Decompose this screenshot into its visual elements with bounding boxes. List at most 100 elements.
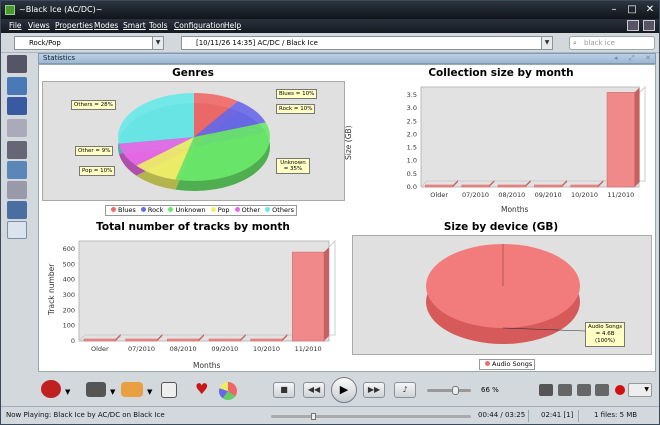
window-title: ~Black Ice (AC/DC)~ <box>19 5 103 14</box>
app-icon <box>5 5 15 15</box>
menu-tools[interactable]: Tools <box>149 21 167 30</box>
tracks-ytick: 500 <box>63 260 75 268</box>
volume-slider[interactable] <box>427 386 471 395</box>
collection-bar <box>534 184 563 188</box>
mute-button[interactable]: ♪ <box>394 382 416 398</box>
mood-select[interactable]: ▼ <box>628 383 652 397</box>
menu-help[interactable]: Help <box>224 21 241 30</box>
statistics-icon[interactable] <box>219 382 237 400</box>
fullscreen-icon[interactable] <box>643 20 655 31</box>
menu-configuration[interactable]: Configuration <box>174 21 225 30</box>
sidebar-device-icon[interactable] <box>7 141 27 159</box>
device-chart-plot: Audio Songs = 4.6B (100%) <box>352 235 652 355</box>
chevron-down-icon: ▼ <box>644 386 649 393</box>
sidebar-statistics-icon[interactable] <box>7 221 27 239</box>
collection-plot-area <box>420 86 640 188</box>
collection-xtick: 09/2010 <box>535 191 562 199</box>
legend-dot-blues <box>111 207 116 212</box>
collection-chart-title: Collection size by month <box>428 67 574 79</box>
menu-properties[interactable]: Properties <box>55 21 93 30</box>
tracks-plot-area <box>78 240 330 342</box>
tracks-chart-svg: 600 500 400 300 200 100 0 Older 07/2010 08/2010 09… <box>63 239 336 353</box>
close-button[interactable]: ✕ <box>643 4 657 16</box>
volume-value: 66 % <box>481 386 499 394</box>
track-select[interactable]: [10/11/26 14:35] AC/DC / Black Ice ▼ <box>181 36 553 50</box>
menu-modes[interactable]: Modes <box>94 21 118 30</box>
sidebar-cd-icon[interactable] <box>7 119 27 137</box>
device-pie-label: Audio Songs = 4.6B (100%) <box>585 322 626 347</box>
collection-xtick: 10/2010 <box>571 191 598 199</box>
status-separator <box>578 410 579 422</box>
collection-xlabel: Months <box>501 205 529 214</box>
previous-button[interactable]: ◀◀ <box>303 382 325 398</box>
tracks-ytick: 600 <box>63 245 75 253</box>
device-chart-title: Size by device (GB) <box>443 221 559 233</box>
tracks-ytick: 0 <box>71 337 75 345</box>
play-button[interactable]: ▶ <box>331 377 357 403</box>
main-window: ~Black Ice (AC/DC)~ – □ ✕ File Views Pro… <box>0 0 660 425</box>
tracks-ytick: 100 <box>63 322 75 330</box>
device-legend: Audio Songs <box>479 359 536 370</box>
search-icon: ⌕ <box>573 39 577 47</box>
collection-xtick: 07/2010 <box>462 191 489 199</box>
genres-chart-title: Genres <box>172 67 214 79</box>
minimize-button[interactable]: – <box>607 4 621 16</box>
collection-ytick: 1.5 <box>407 144 417 152</box>
search-placeholder: black ice <box>584 39 615 47</box>
chevron-down-icon[interactable]: ▼ <box>147 388 152 396</box>
collection-ytick: 0.0 <box>407 183 417 191</box>
equalizer-icon[interactable] <box>539 384 553 396</box>
menu-file[interactable]: File <box>9 21 22 30</box>
sidebar <box>4 53 31 239</box>
repeat-icon[interactable] <box>558 384 572 396</box>
menu-views[interactable]: Views <box>28 21 50 30</box>
maximize-button[interactable]: □ <box>625 4 639 16</box>
tracks-bar <box>125 338 158 342</box>
sidebar-music-icon[interactable] <box>7 97 27 115</box>
chevron-down-icon[interactable]: ▼ <box>65 388 70 396</box>
collection-ylabel: Size (GB) <box>344 125 353 160</box>
legend-other: Other <box>241 206 261 214</box>
playlist-icon[interactable] <box>595 384 609 396</box>
files-info: 1 files: 5 MB <box>594 411 638 419</box>
legend-rock: Rock <box>147 206 164 214</box>
random-dice-icon[interactable] <box>161 382 177 398</box>
chevron-down-icon[interactable]: ▼ <box>110 388 115 396</box>
legend-audio-songs: Audio Songs <box>492 360 533 368</box>
sidebar-navigator-icon[interactable] <box>7 55 27 73</box>
progress-handle[interactable] <box>311 413 316 420</box>
tracks-bar <box>167 338 200 342</box>
pie-label-others: Others = 28% <box>71 100 116 110</box>
pie-label-pop: Pop = 10% <box>79 166 116 176</box>
panel-close-icon[interactable]: ✕ <box>645 54 651 62</box>
panel-maximize-icon[interactable]: ⤢ <box>629 54 635 63</box>
legend-dot-other <box>234 207 240 212</box>
next-button[interactable]: ▶▶ <box>363 382 385 398</box>
track-select-value: [10/11/26 14:35] AC/DC / Black Ice <box>196 39 318 47</box>
sidebar-radio-icon[interactable] <box>7 181 27 199</box>
genre-select[interactable]: Rock/Pop ▼ <box>14 36 164 50</box>
collection-bar-side <box>634 87 640 187</box>
sidebar-screen-icon[interactable] <box>7 161 27 179</box>
genres-chart-plot: Others = 28% Blues = 10% Rock = 10% Othe… <box>42 81 345 201</box>
favorite-heart-icon[interactable]: ♥ <box>195 380 208 398</box>
track-progress-bar[interactable] <box>271 413 471 420</box>
device-icon[interactable] <box>86 382 106 397</box>
sidebar-settings-icon[interactable] <box>7 201 27 219</box>
legend-blues: Blues <box>118 206 136 214</box>
stop-after-icon[interactable] <box>615 385 625 395</box>
collection-bar <box>425 184 454 188</box>
stop-button[interactable]: ■ <box>273 382 295 398</box>
radio-icon[interactable] <box>41 380 61 398</box>
panel-back-icon[interactable]: ◂ <box>614 54 618 62</box>
legend-dot-others <box>265 207 271 212</box>
collection-ytick: 0.5 <box>407 170 417 178</box>
shuffle-icon[interactable] <box>577 384 591 396</box>
chevron-down-icon: ▼ <box>541 37 552 49</box>
layout-icon[interactable] <box>627 20 639 31</box>
podcast-icon[interactable] <box>121 382 143 397</box>
menu-smart[interactable]: Smart <box>123 21 146 30</box>
volume-slider-handle[interactable] <box>452 386 460 395</box>
search-input[interactable]: ⌕ black ice <box>569 36 655 50</box>
sidebar-folder-icon[interactable] <box>7 77 27 95</box>
